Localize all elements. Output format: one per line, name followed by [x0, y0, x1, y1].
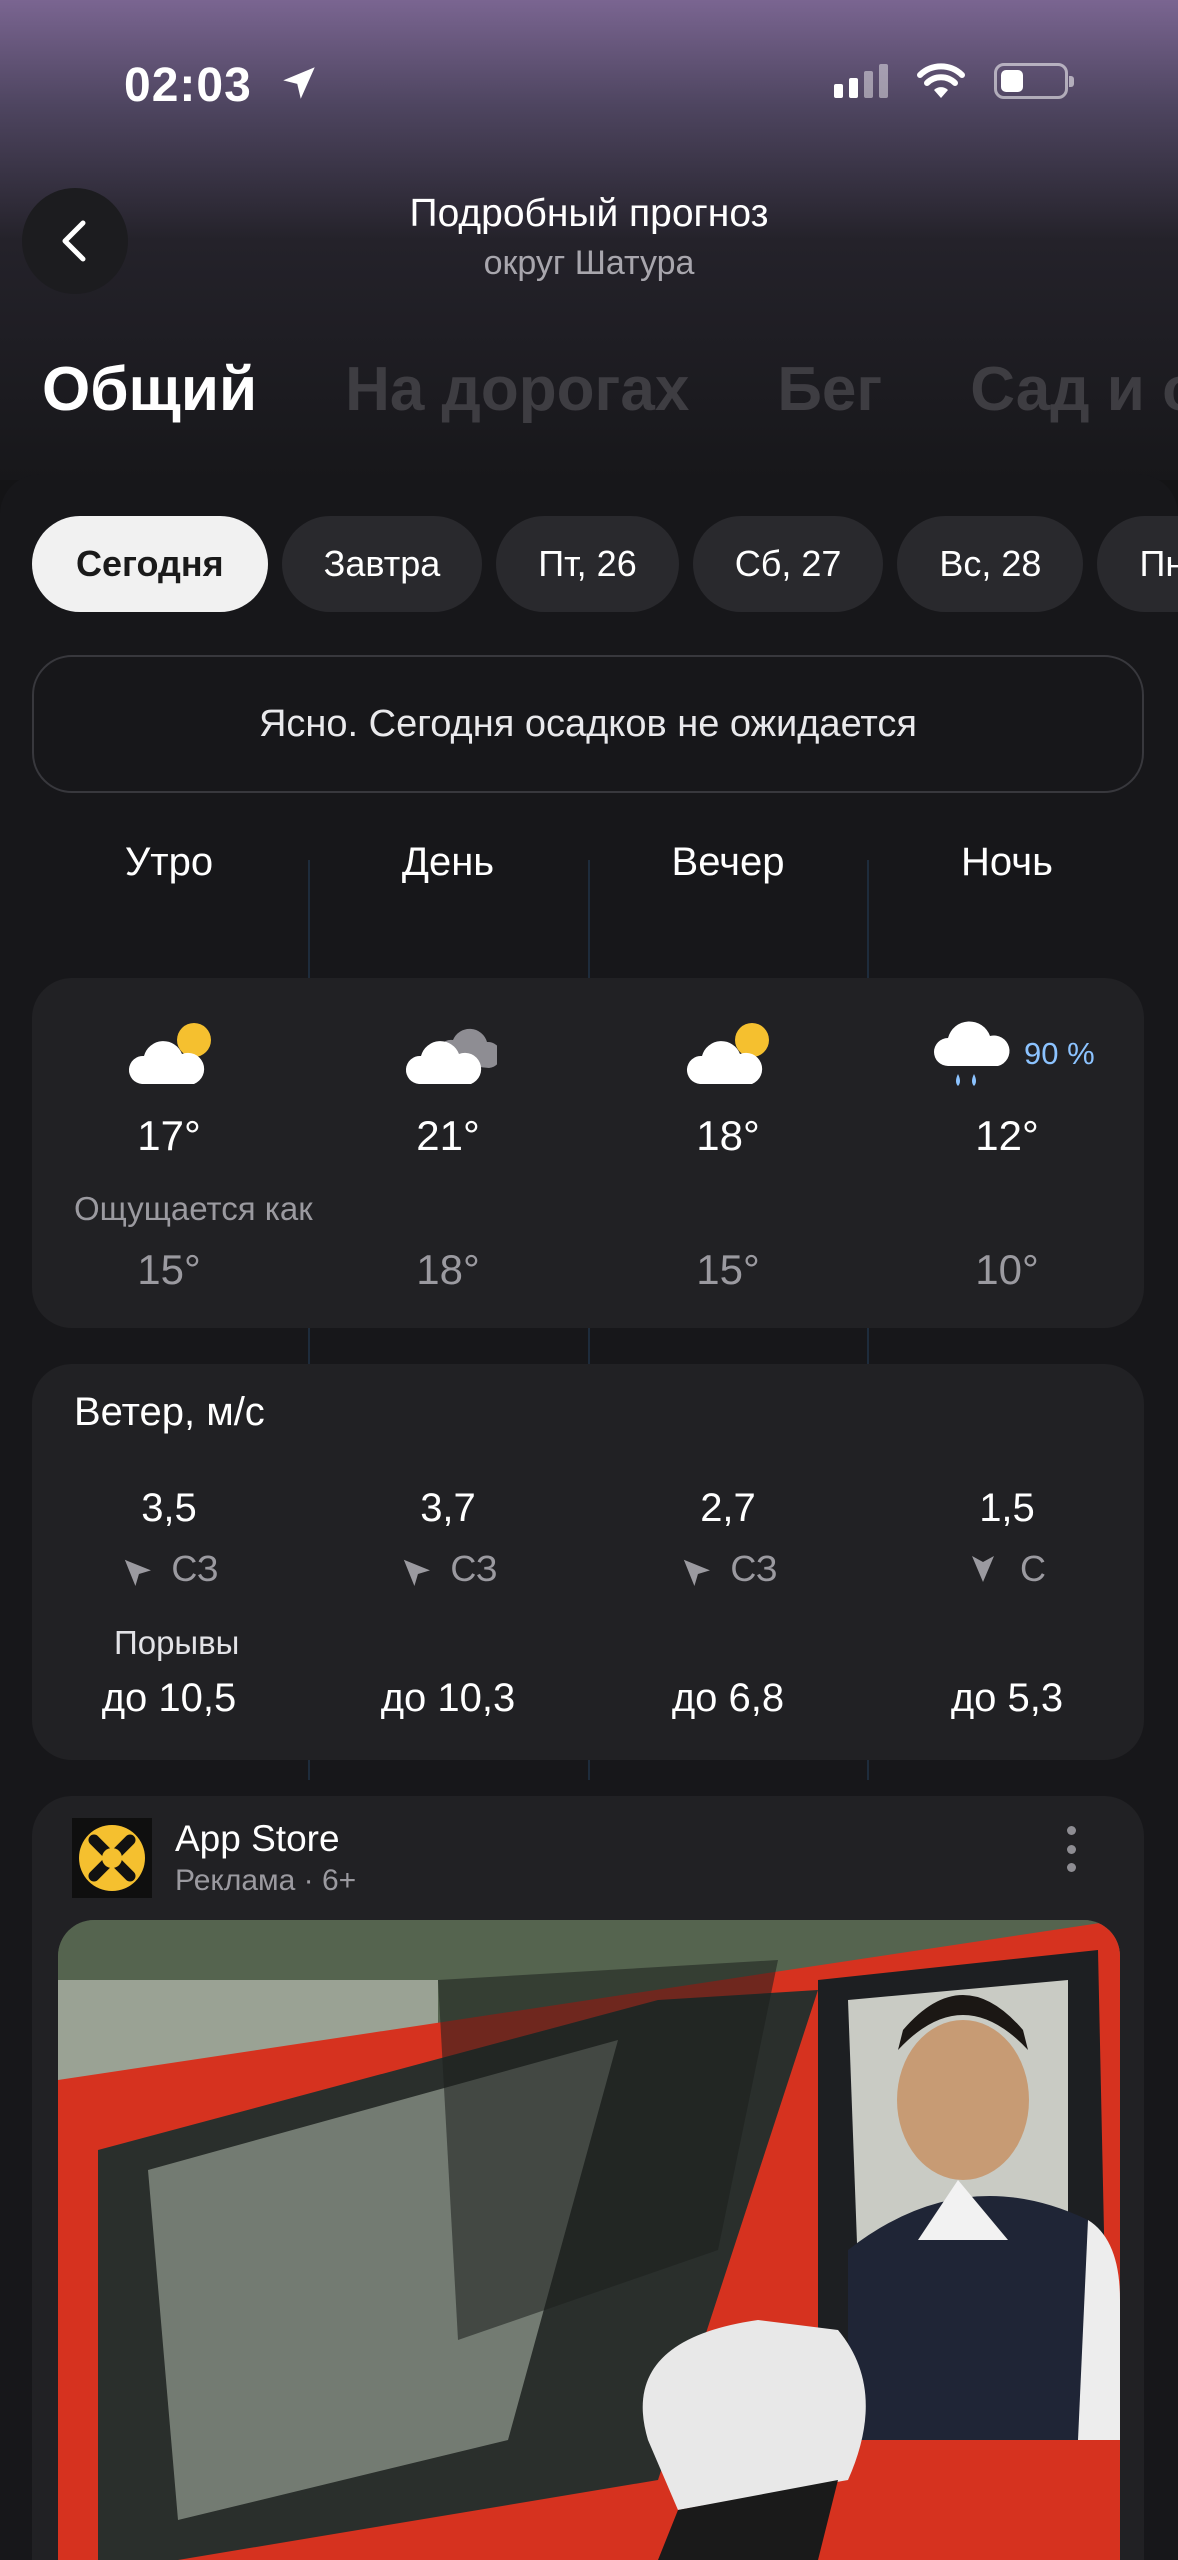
wind-direction-label: С: [1020, 1548, 1046, 1589]
rain-icon: [934, 1021, 1010, 1086]
status-icons: [834, 62, 1074, 100]
tab-running[interactable]: Бег: [777, 354, 882, 425]
wind-speed-morning: 3,5: [141, 1486, 197, 1530]
tab-general[interactable]: Общий: [42, 354, 257, 425]
page-title: Подробный прогноз: [409, 192, 769, 235]
wind-speed-day: 3,7: [420, 1486, 476, 1530]
chip-fri-26[interactable]: Пт, 26: [496, 516, 679, 612]
chip-today[interactable]: Сегодня: [32, 516, 268, 612]
wind-direction-night: С: [907, 1548, 1107, 1590]
tab-roads[interactable]: На дорогах: [345, 354, 689, 425]
chip-mon[interactable]: Пн: [1097, 516, 1178, 612]
feels-day: 18°: [416, 1246, 480, 1293]
wind-arrow-icon: [972, 1556, 994, 1582]
partly-cloudy-sun-icon: [686, 1023, 769, 1084]
wind-direction-day: СЗ: [348, 1548, 548, 1590]
wind-arrow-icon: [684, 1559, 711, 1586]
feels-morning: 15°: [137, 1246, 201, 1293]
status-time: 02:03: [124, 59, 252, 112]
wind-speed-night: 1,5: [979, 1486, 1035, 1530]
feels-like-label: Ощущается как: [74, 1190, 313, 1227]
temp-morning: 17°: [137, 1112, 201, 1159]
weather-summary: Ясно. Сегодня осадков не ожидается: [32, 655, 1144, 793]
cellular-signal-icon: [834, 64, 888, 98]
gust-morning: до 10,5: [101, 1676, 237, 1720]
partly-cloudy-sun-icon: [128, 1023, 211, 1084]
wind-direction-morning: СЗ: [69, 1548, 269, 1590]
wind-arrow-icon: [404, 1559, 431, 1586]
period-label-night: Ночь: [961, 840, 1053, 884]
chip-sun-28[interactable]: Вс, 28: [897, 516, 1084, 612]
temp-day: 21°: [416, 1112, 480, 1159]
precipitation-probability: 90 %: [1024, 1036, 1095, 1071]
tab-garden[interactable]: Сад и о: [970, 354, 1178, 425]
gust-day: до 10,3: [380, 1676, 516, 1720]
wind-title: Ветер, м/с: [74, 1390, 265, 1434]
period-label-morning: Утро: [124, 840, 214, 884]
temp-night: 12°: [975, 1112, 1039, 1159]
period-label-day: День: [401, 840, 495, 884]
wind-speed-evening: 2,7: [700, 1486, 756, 1530]
category-tabs: Общий На дорогах Бег Сад и о: [42, 354, 1178, 425]
gust-night: до 5,3: [950, 1676, 1064, 1720]
chip-tomorrow[interactable]: Завтра: [281, 516, 483, 612]
ad-title: App Store: [175, 1818, 340, 1859]
cloudy-icon: [405, 1028, 497, 1084]
ad-label: Реклама · 6+: [175, 1864, 357, 1897]
ad-image[interactable]: [58, 1920, 1120, 2560]
wind-direction-label: СЗ: [730, 1548, 778, 1589]
location-arrow-icon: [283, 67, 315, 99]
gust-evening: до 6,8: [671, 1676, 785, 1720]
chip-sat-27[interactable]: Сб, 27: [692, 516, 884, 612]
feels-evening: 15°: [696, 1246, 760, 1293]
period-label-evening: Вечер: [671, 840, 785, 884]
temp-evening: 18°: [696, 1112, 760, 1159]
wind-direction-label: СЗ: [171, 1548, 219, 1589]
more-options-icon[interactable]: [1064, 1826, 1078, 1872]
wifi-icon: [917, 63, 965, 98]
page-subtitle: округ Шатура: [483, 244, 695, 282]
gusts-label: Порывы: [114, 1624, 240, 1661]
app-logo-icon: [72, 1818, 152, 1898]
battery-icon: [994, 63, 1074, 99]
wind-arrow-icon: [125, 1559, 152, 1586]
wind-direction-evening: СЗ: [628, 1548, 828, 1590]
wind-direction-label: СЗ: [450, 1548, 498, 1589]
feels-night: 10°: [975, 1246, 1039, 1293]
day-selector: Сегодня Завтра Пт, 26 Сб, 27 Вс, 28 Пн: [32, 516, 1178, 612]
